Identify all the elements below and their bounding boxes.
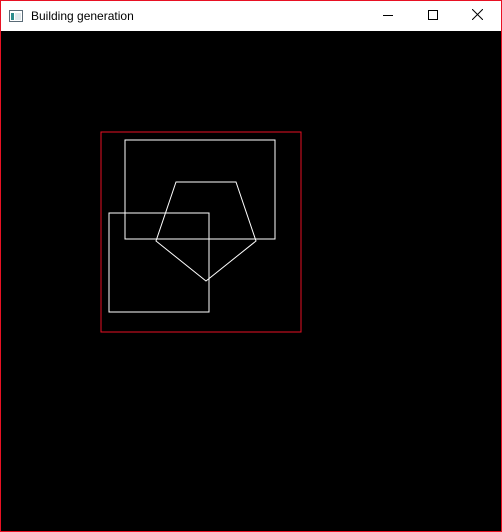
minimize-icon [382,7,393,25]
app-window-icon [9,9,23,22]
window-title: Building generation [31,9,134,23]
maximize-button[interactable] [410,1,455,31]
maximize-icon [427,7,438,25]
canvas-background [1,31,501,531]
minimize-button[interactable] [365,1,410,31]
app-window: Building generation [0,0,502,532]
close-icon [471,7,484,25]
close-button[interactable] [455,1,500,31]
title-bar[interactable]: Building generation [1,1,501,31]
drawing-canvas[interactable] [1,31,501,531]
building-drawing [1,31,501,531]
